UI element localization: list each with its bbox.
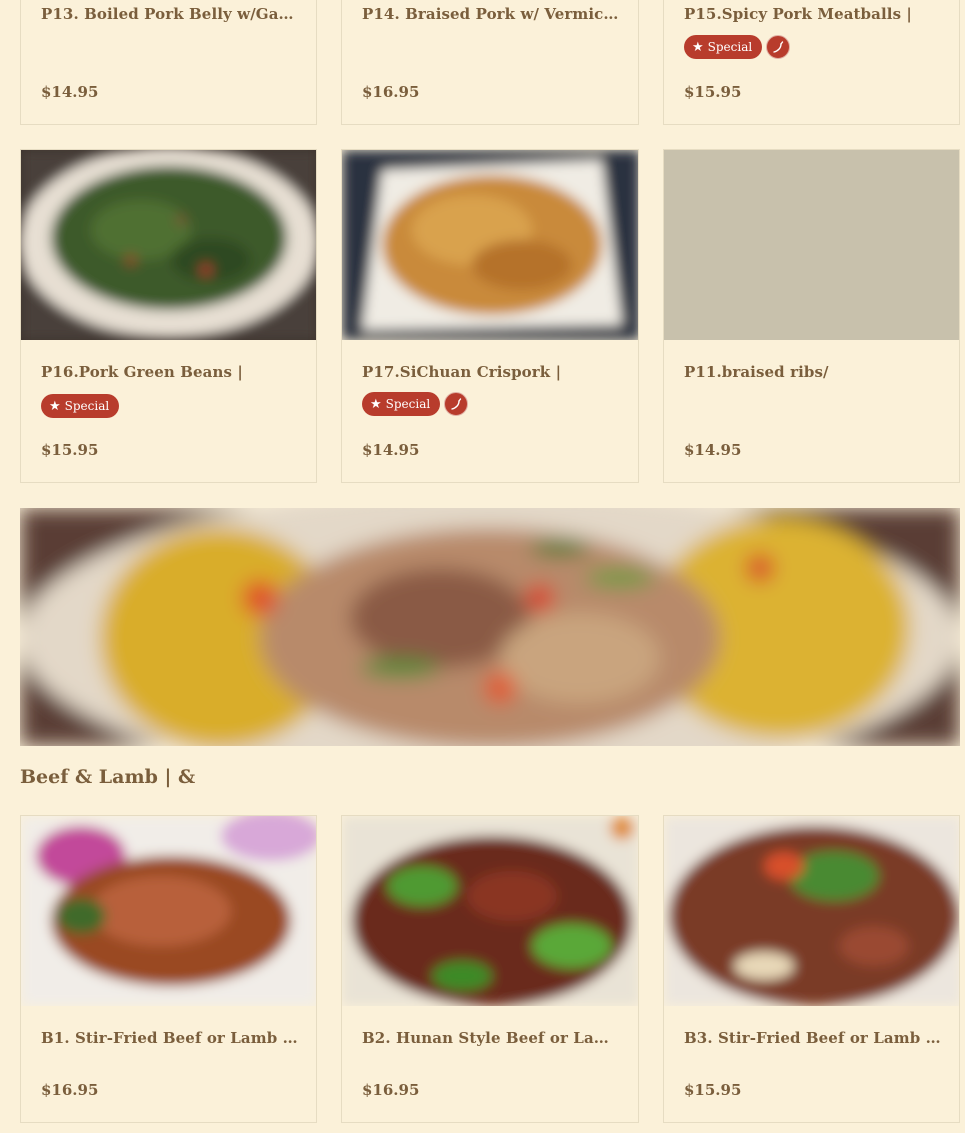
menu-item-price: $14.95 xyxy=(362,441,420,459)
menu-item-name: P17.SiChuan Crispork | xyxy=(362,363,562,381)
star-icon: ★ xyxy=(692,39,704,55)
menu-item-card[interactable]: P16.Pork Green Beans | ★ Special $15.95 xyxy=(20,149,317,483)
menu-item-price: $15.95 xyxy=(684,1081,742,1099)
menu-item-badges: ★ Special xyxy=(684,35,791,59)
food-image xyxy=(342,150,638,340)
menu-item-price: $14.95 xyxy=(684,441,742,459)
star-icon: ★ xyxy=(370,396,382,412)
menu-item-price: $15.95 xyxy=(684,83,742,101)
menu-item-name: P15.Spicy Pork Meatballs | xyxy=(684,5,912,23)
food-image xyxy=(342,816,638,1006)
section-title: Beef & Lamb | & xyxy=(20,766,196,788)
special-badge-label: Special xyxy=(64,399,110,413)
menu-item-name: P14. Braised Pork w/ Vermicelli | xyxy=(362,5,620,23)
menu-item-price: $16.95 xyxy=(362,83,420,101)
star-icon: ★ xyxy=(49,398,61,414)
menu-item-card[interactable]: B1. Stir-Fried Beef or Lamb w/ Cumin | $… xyxy=(20,815,317,1123)
special-badge: ★ Special xyxy=(362,392,441,416)
menu-item-badges: ★ Special xyxy=(41,394,120,418)
chili-pepper-icon xyxy=(444,392,469,416)
section-banner-image xyxy=(20,508,960,746)
menu-item-card[interactable]: P11.braised ribs/ $14.95 xyxy=(663,149,960,483)
menu-item-card[interactable]: B3. Stir-Fried Beef or Lamb w/ Scallion … xyxy=(663,815,960,1123)
special-badge-label: Special xyxy=(707,40,753,54)
special-badge: ★ Special xyxy=(41,394,120,418)
food-image xyxy=(21,816,316,1006)
menu-item-name: P16.Pork Green Beans | xyxy=(41,363,243,381)
food-image xyxy=(21,150,316,340)
menu-item-price: $16.95 xyxy=(362,1081,420,1099)
menu-item-card[interactable]: P15.Spicy Pork Meatballs | ★ Special $15… xyxy=(663,0,960,125)
chili-pepper-icon xyxy=(766,35,791,59)
menu-item-name: P13. Boiled Pork Belly w/Garlic Sauce | xyxy=(41,5,298,23)
menu-item-name: P11.braised ribs/ xyxy=(684,363,829,381)
food-image xyxy=(664,816,959,1006)
menu-item-name: B3. Stir-Fried Beef or Lamb w/ Scallion … xyxy=(684,1029,941,1047)
menu-item-name: B1. Stir-Fried Beef or Lamb w/ Cumin | xyxy=(41,1029,298,1047)
menu-item-name: B2. Hunan Style Beef or Lamb | xyxy=(362,1029,620,1047)
menu-item-card[interactable]: P14. Braised Pork w/ Vermicelli | $16.95 xyxy=(341,0,639,125)
special-badge: ★ Special xyxy=(684,35,763,59)
menu-item-price: $14.95 xyxy=(41,83,99,101)
menu-item-price: $15.95 xyxy=(41,441,99,459)
special-badge-label: Special xyxy=(385,397,431,411)
menu-item-card[interactable]: P17.SiChuan Crispork | ★ Special $14.95 xyxy=(341,149,639,483)
menu-item-badges: ★ Special xyxy=(362,392,469,416)
menu-item-card[interactable]: B2. Hunan Style Beef or Lamb | $16.95 xyxy=(341,815,639,1123)
food-image-placeholder xyxy=(664,150,959,340)
menu-item-card[interactable]: P13. Boiled Pork Belly w/Garlic Sauce | … xyxy=(20,0,317,125)
menu-item-price: $16.95 xyxy=(41,1081,99,1099)
